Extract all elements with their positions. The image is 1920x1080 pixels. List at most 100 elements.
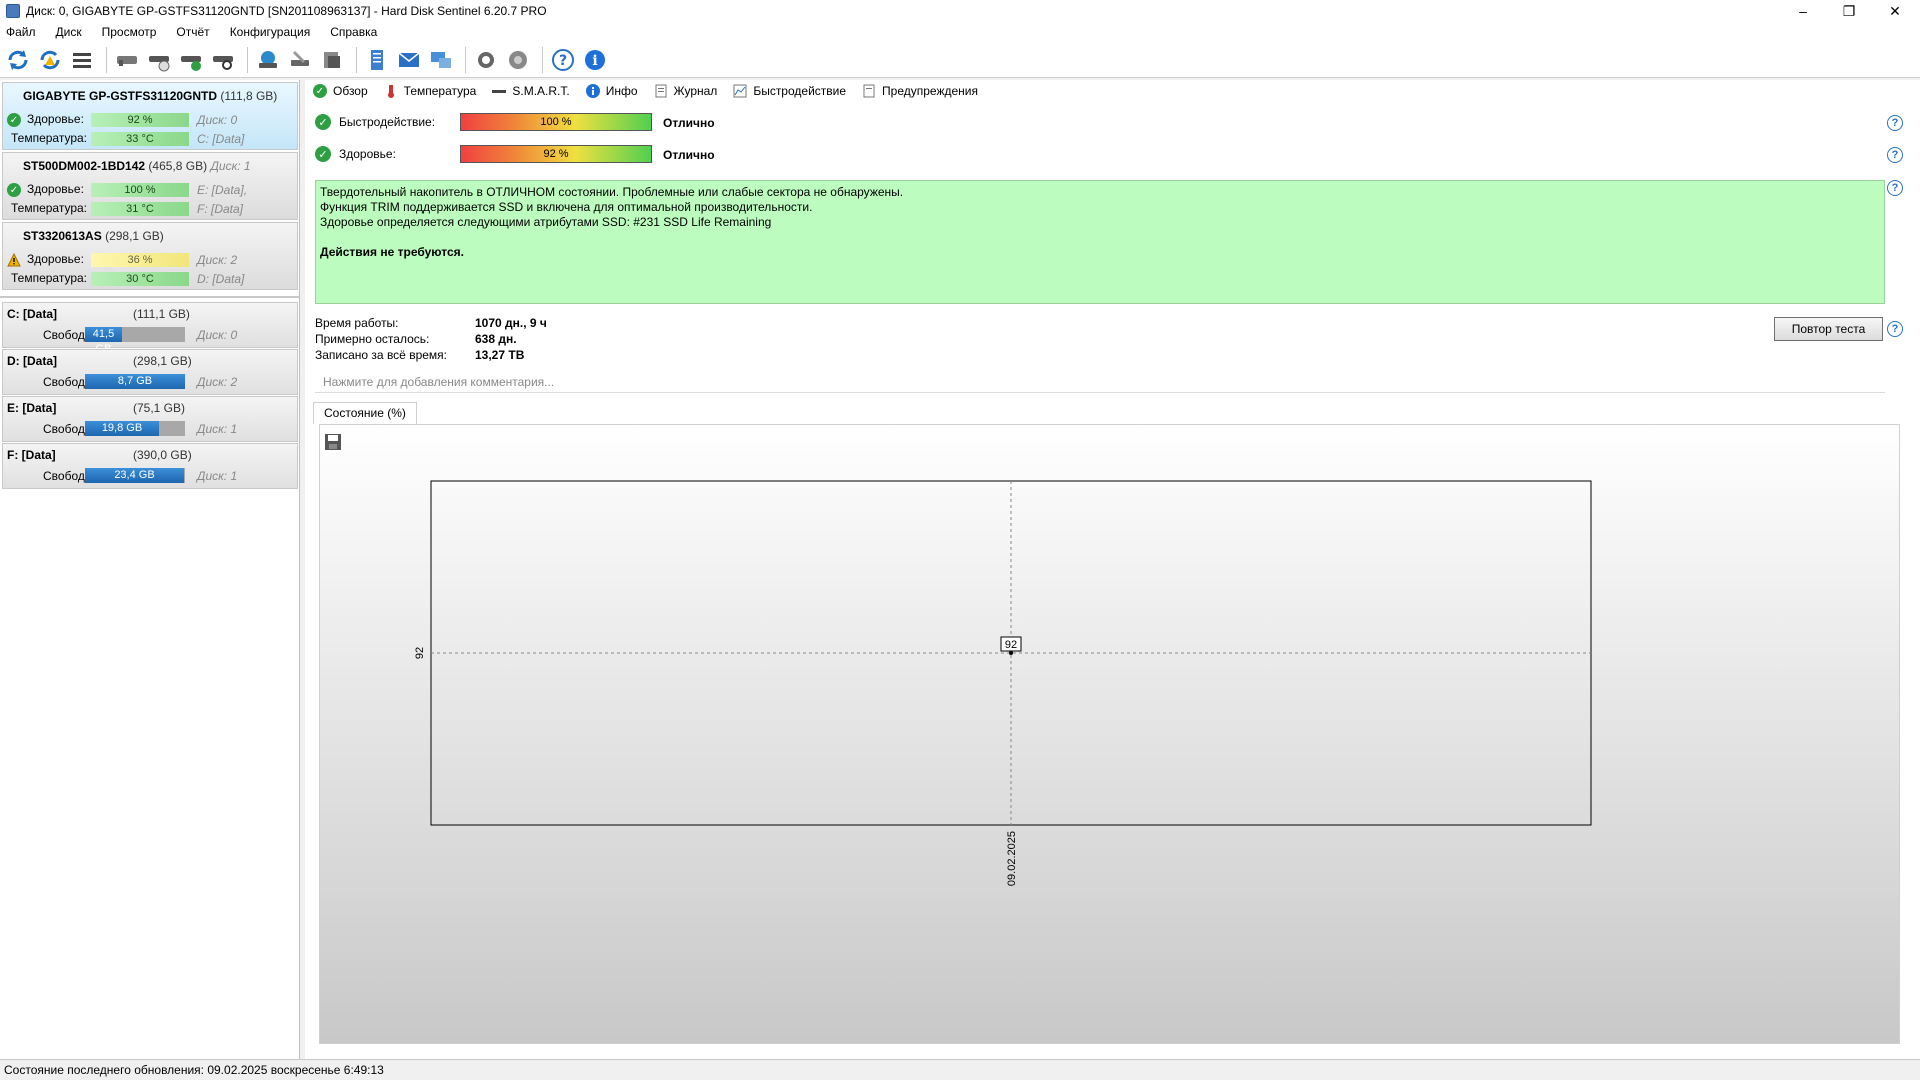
- app-icon: [6, 4, 20, 18]
- data-point: [1009, 651, 1013, 655]
- disk-name: GIGABYTE GP-GSTFS31120GNTD: [23, 89, 218, 103]
- health-extra: E: [Data],: [197, 183, 248, 197]
- svg-text:?: ?: [559, 53, 567, 69]
- menu-view[interactable]: Просмотр: [100, 25, 167, 39]
- disk-item-0[interactable]: GIGABYTE GP-GSTFS31120GNTD (111,8 GB) ✓ …: [2, 82, 298, 150]
- health-chart: 92 92 09.02.2025: [414, 480, 1592, 886]
- disk-check-icon[interactable]: [177, 46, 205, 74]
- free-space-bar: 19,8 GB: [85, 421, 185, 436]
- retest-button[interactable]: Повтор теста: [1774, 317, 1883, 341]
- warning-icon: [7, 252, 21, 270]
- temperature-extra: D: [Data]: [197, 272, 245, 286]
- temperature-bar: 30 °C: [91, 272, 189, 286]
- free-space-value: 8,7 GB: [85, 374, 185, 389]
- disk-size: (111,8 GB): [220, 89, 278, 103]
- menu-help[interactable]: Справка: [328, 25, 387, 39]
- main-panel: ✓ Обзор Температура S.M.A.R.T. Инфо Журна…: [305, 80, 1920, 1059]
- help-icon[interactable]: ?: [549, 46, 577, 74]
- volume-size: (111,1 GB): [133, 307, 190, 321]
- note-action: Действия не требуются.: [320, 245, 464, 259]
- remaining-label: Примерно осталось:: [315, 332, 430, 346]
- note-line: Твердотельный накопитель в ОТЛИЧНОМ сост…: [320, 185, 904, 199]
- tab-log[interactable]: Журнал: [646, 80, 726, 102]
- disk-name: ST3320613AS: [23, 229, 102, 243]
- disk-icon[interactable]: [113, 46, 141, 74]
- thermometer-icon: [384, 84, 398, 98]
- volume-size: (390,0 GB): [133, 448, 192, 462]
- tab-warnings[interactable]: Предупреждения: [854, 80, 986, 102]
- menu-configuration[interactable]: Конфигурация: [228, 25, 321, 39]
- disk-size: (465,8 GB): [148, 159, 208, 173]
- note-line: Функция TRIM поддерживается SSD и включе…: [320, 200, 813, 214]
- drive-stack-icon[interactable]: [318, 46, 346, 74]
- temperature-extra: F: [Data]: [197, 202, 244, 216]
- disk-item-1[interactable]: ST500DM002-1BD142 (465,8 GB) Диск: 1 ✓ З…: [2, 152, 298, 220]
- health-label: Здоровье:: [27, 112, 84, 126]
- volume-item-d[interactable]: D: [Data] (298,1 GB) Свободно 8,7 GB Дис…: [2, 349, 298, 395]
- volume-name: E: [Data]: [7, 401, 57, 415]
- settings-icon[interactable]: [472, 46, 500, 74]
- drive-tools-icon[interactable]: [286, 46, 314, 74]
- list-icon[interactable]: [68, 46, 96, 74]
- status-bar: Состояние последнего обновления: 09.02.2…: [0, 1059, 1920, 1080]
- toolbar-separator: [542, 46, 543, 73]
- disk-name: ST500DM002-1BD142: [23, 159, 146, 173]
- volume-size: (75,1 GB): [133, 401, 186, 415]
- uptime-label: Время работы:: [315, 316, 399, 330]
- volume-disk: Диск: 1: [197, 469, 238, 483]
- performance-rating: Отлично: [663, 116, 715, 130]
- network-icon[interactable]: [427, 46, 455, 74]
- comment-field[interactable]: Нажмите для добавления комментария...: [315, 371, 1885, 393]
- check-icon: ✓: [313, 84, 327, 98]
- info-icon: [585, 84, 600, 98]
- close-button[interactable]: ✕: [1872, 0, 1918, 22]
- volume-item-f[interactable]: F: [Data] (390,0 GB) Свободно 23,4 GB Ди…: [2, 443, 298, 489]
- report-icon[interactable]: [363, 46, 391, 74]
- tab-state-chart[interactable]: Состояние (%): [313, 402, 417, 424]
- remaining-row: Примерно осталось: 638 дн.: [315, 332, 517, 346]
- temperature-bar: 33 °C: [91, 132, 189, 146]
- tab-performance[interactable]: Быстродействие: [725, 80, 854, 102]
- note-line: Здоровье определяется следующими атрибут…: [320, 215, 772, 229]
- toolbar-separator: [465, 46, 466, 73]
- help-icon[interactable]: ?: [1887, 180, 1903, 196]
- tab-smart[interactable]: S.M.A.R.T.: [484, 80, 577, 102]
- maximize-button[interactable]: ❐: [1826, 0, 1872, 22]
- help-icon[interactable]: ?: [1887, 115, 1903, 131]
- tab-temperature[interactable]: Температура: [376, 80, 485, 102]
- drive-globe-icon[interactable]: [254, 46, 282, 74]
- disk-item-2[interactable]: ST3320613AS (298,1 GB) Здоровье: 36 % Ди…: [2, 222, 298, 290]
- disk-title: GIGABYTE GP-GSTFS31120GNTD (111,8 GB): [23, 89, 277, 103]
- sound-icon[interactable]: [504, 46, 532, 74]
- refresh-warning-icon[interactable]: [36, 46, 64, 74]
- refresh-icon[interactable]: [4, 46, 32, 74]
- volume-item-e[interactable]: E: [Data] (75,1 GB) Свободно 19,8 GB Дис…: [2, 396, 298, 442]
- status-description: Твердотельный накопитель в ОТЛИЧНОМ сост…: [315, 180, 1885, 304]
- svg-text:i: i: [592, 53, 597, 69]
- tab-info[interactable]: Инфо: [578, 80, 646, 102]
- written-row: Записано за всё время: 13,27 TB: [315, 348, 524, 362]
- menu-disk[interactable]: Диск: [54, 25, 92, 39]
- disk-title: ST3320613AS (298,1 GB): [23, 229, 164, 243]
- ok-icon: ✓: [315, 114, 331, 130]
- tab-label: Обзор: [333, 84, 368, 98]
- menu-file[interactable]: Файл: [4, 25, 46, 39]
- uptime-value: 1070 дн., 9 ч: [475, 316, 547, 330]
- info-icon[interactable]: i: [581, 46, 609, 74]
- free-space-bar: 41,5 GB: [85, 327, 185, 355]
- help-icon[interactable]: ?: [1887, 321, 1903, 337]
- volume-item-c[interactable]: C: [Data] (111,1 GB) Свободно 41,5 GB Ди…: [2, 302, 298, 355]
- minimize-button[interactable]: –: [1780, 0, 1826, 22]
- toolbar: ? i: [0, 42, 1920, 78]
- tab-overview[interactable]: ✓ Обзор: [305, 80, 376, 102]
- menu-report[interactable]: Отчёт: [174, 25, 219, 39]
- data-label: 92: [1005, 639, 1017, 651]
- temperature-bar: 31 °C: [91, 202, 189, 216]
- volume-disk: Диск: 0: [197, 328, 238, 342]
- health-bar: 36 %: [91, 253, 189, 267]
- disk-clock-icon[interactable]: [145, 46, 173, 74]
- help-icon[interactable]: ?: [1887, 147, 1903, 163]
- mail-icon[interactable]: [395, 46, 423, 74]
- health-bar: 100 %: [91, 183, 189, 197]
- disk-search-icon[interactable]: [209, 46, 237, 74]
